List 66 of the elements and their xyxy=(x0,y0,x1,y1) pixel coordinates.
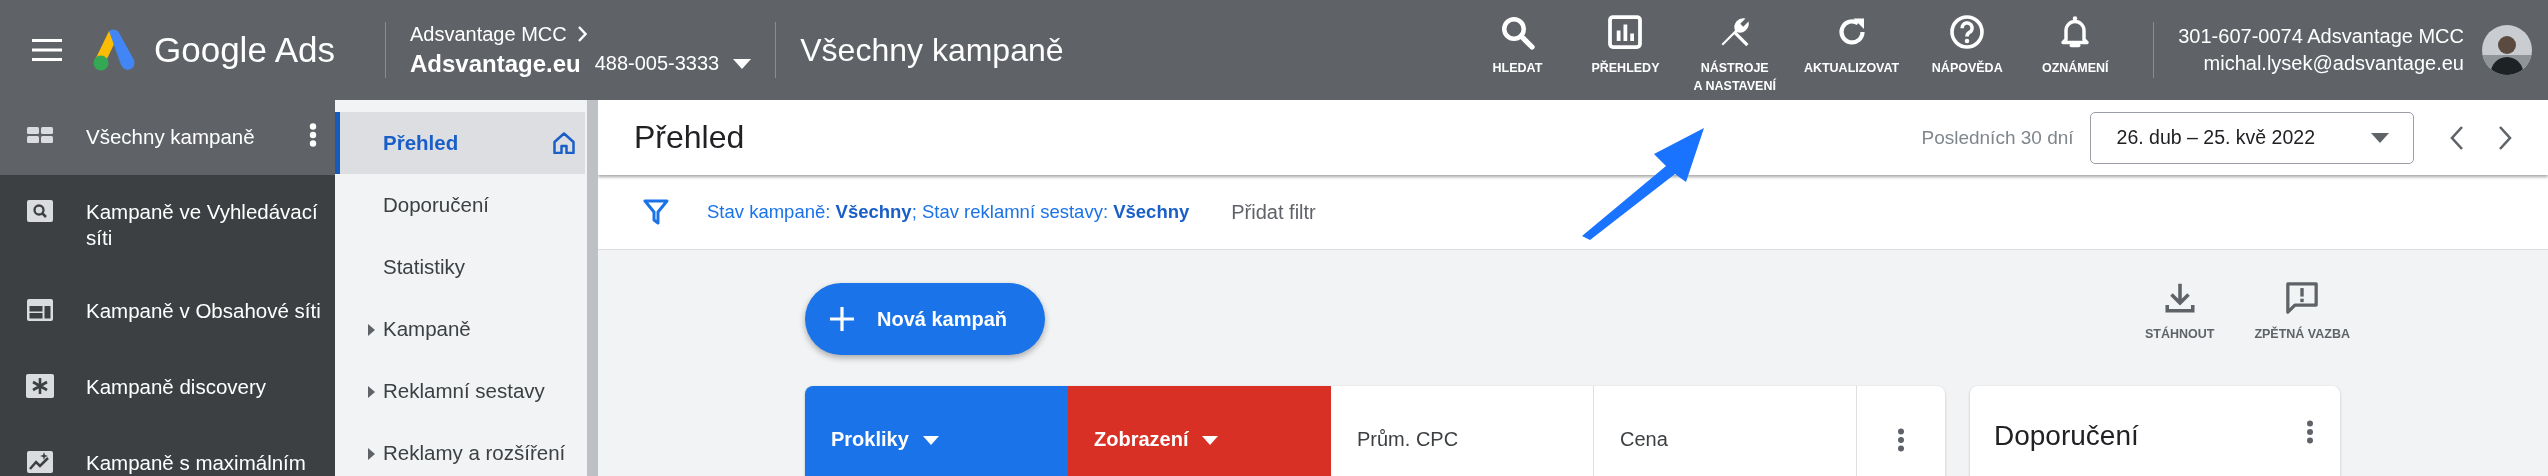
filter-icon xyxy=(643,198,669,226)
plus-icon xyxy=(829,306,855,332)
triangle-right-icon xyxy=(368,448,375,460)
nav-item[interactable]: Kampaně v Obsahové síti xyxy=(0,274,335,351)
page-title: Všechny kampaně xyxy=(800,31,1064,69)
metric-tab[interactable]: Zobrazení xyxy=(1068,386,1331,476)
toolbar-button[interactable]: NÁSTROJE A NASTAVENÍ xyxy=(1683,14,1786,95)
previous-button[interactable] xyxy=(2450,124,2464,151)
subnav-item[interactable]: Reklamní sestavy xyxy=(335,360,585,422)
metric-tab[interactable]: Prokliky xyxy=(805,386,1068,476)
home-icon xyxy=(553,132,575,154)
chevron-right-icon xyxy=(2498,124,2512,151)
subnav-item[interactable]: Přehled xyxy=(335,112,585,174)
nav-item[interactable]: Kampaně ve Vyhledávací síti xyxy=(0,175,335,275)
date-range-picker[interactable]: 26. dub – 25. kvě 2022 xyxy=(2089,111,2414,164)
more-vertical-icon xyxy=(309,123,317,147)
subnav-item[interactable]: Reklamy a rozšíření xyxy=(335,422,585,476)
add-filter-button[interactable]: Přidat filtr xyxy=(1231,200,1316,224)
metric-tab[interactable]: Prům. CPC xyxy=(1331,386,1594,476)
nav-item[interactable]: Kampaně discovery xyxy=(0,350,335,427)
toolbar-button[interactable]: OZNÁMENÍ xyxy=(2025,14,2126,78)
nav-item[interactable]: Všechny kampaně xyxy=(0,100,335,175)
help-icon xyxy=(1949,14,1986,50)
caret-down-icon xyxy=(733,58,752,69)
triangle-right-icon xyxy=(368,324,375,336)
toolbar-button[interactable]: NÁPOVĚDA xyxy=(1917,14,2018,78)
logo-icon xyxy=(92,29,136,71)
user-email: michal.lysek@adsvantage.eu xyxy=(2202,51,2464,76)
subnav-item[interactable]: Doporučení xyxy=(335,174,585,236)
layout-icon xyxy=(26,297,54,324)
subnav-item[interactable]: Statistiky xyxy=(335,236,585,298)
more-vertical-icon[interactable] xyxy=(1897,428,1905,452)
toolbar-button[interactable]: PŘEHLEDY xyxy=(1575,14,1676,78)
caret-down-icon xyxy=(2371,132,2389,143)
bar-chart-icon xyxy=(1607,14,1644,50)
caret-down-icon xyxy=(922,436,939,445)
date-range-label: Posledních 30 dní xyxy=(1921,126,2074,149)
scrollbar[interactable] xyxy=(587,100,598,476)
subnav-item[interactable]: Kampaně xyxy=(335,298,585,360)
caret-down-icon xyxy=(1202,436,1219,445)
download-icon xyxy=(2162,281,2197,315)
nav-item[interactable]: Kampaně s maximálním xyxy=(0,426,335,476)
user-account: 301-607-0074 Adsvantage MCC xyxy=(2178,24,2464,49)
toolbar-button[interactable]: ZPĚTNÁ VAZBA xyxy=(2254,281,2350,341)
next-button[interactable] xyxy=(2498,124,2512,151)
triangle-right-icon xyxy=(368,386,375,398)
toolbar-button[interactable]: HLEDAT xyxy=(1467,14,1568,78)
filter-summary[interactable]: Stav kampaně: Všechny; Stav reklamní sestavy: Všechny xyxy=(707,201,1190,223)
more-vertical-icon[interactable] xyxy=(2306,420,2314,444)
asterisk-icon xyxy=(26,373,54,400)
chevron-left-icon xyxy=(2450,124,2464,151)
product-name: Google Ads xyxy=(154,30,335,70)
chevron-right-icon xyxy=(576,26,587,42)
new-campaign-button[interactable]: Nová kampaň xyxy=(805,283,1046,355)
page-heading: Přehled xyxy=(634,119,746,156)
card-title: Doporučení xyxy=(1994,420,2140,452)
account-parent[interactable]: Adsvantage MCC xyxy=(409,22,567,46)
menu-icon xyxy=(32,39,62,61)
search-icon xyxy=(26,198,54,224)
feedback-icon xyxy=(2285,281,2320,315)
toolbar-button[interactable]: AKTUALIZOVAT xyxy=(1793,14,1910,78)
search-icon xyxy=(1499,14,1536,50)
toolbar-button[interactable]: STÁHNOUT xyxy=(2144,281,2215,341)
account-name[interactable]: Adsvantage.eu xyxy=(409,49,581,78)
account-id: 488-005-3333 xyxy=(594,52,720,75)
metric-tab[interactable]: Cena xyxy=(1594,386,1857,476)
